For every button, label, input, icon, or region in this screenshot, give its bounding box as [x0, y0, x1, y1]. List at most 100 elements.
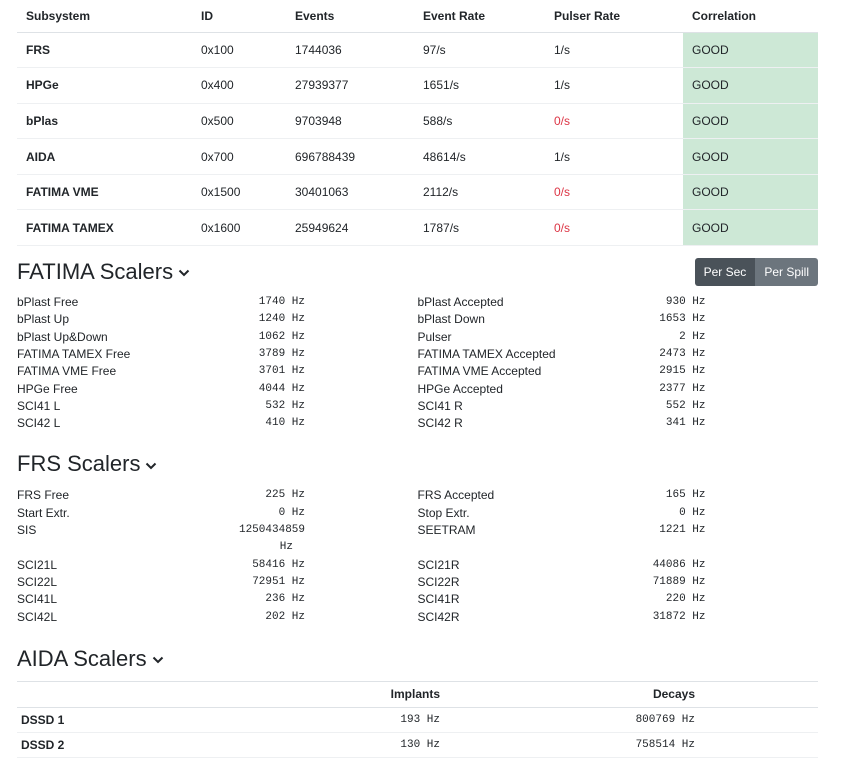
- scaler-row: bPlast Up 1240 Hz: [17, 311, 418, 328]
- correlation-status: GOOD: [683, 103, 818, 140]
- scaler-value: 1240 Hz: [258, 313, 305, 326]
- subsystem-event-rate: 2112/s: [414, 174, 545, 211]
- scaler-label: SCI41R: [417, 592, 460, 607]
- scaler-value: 72951 Hz: [252, 575, 305, 588]
- fatima-scalers-header: FATIMA Scalers Per Sec Per Spill: [17, 257, 818, 287]
- scaler-label: SCI22R: [417, 574, 460, 589]
- scaler-row: SCI42 L 410 Hz: [17, 415, 418, 432]
- scaler-row: FATIMA TAMEX Accepted 2473 Hz: [418, 346, 819, 363]
- scaler-label: SCI41L: [17, 592, 58, 607]
- scaler-value: 1653 Hz: [659, 313, 706, 326]
- per-spill-button[interactable]: Per Spill: [755, 258, 818, 287]
- scaler-row: SCI22R 71889 Hz: [418, 574, 819, 591]
- scaler-label: FATIMA TAMEX Accepted: [417, 346, 556, 361]
- scaler-row: FATIMA VME Accepted 2915 Hz: [418, 363, 819, 380]
- scaler-value: 58416 Hz: [252, 558, 305, 571]
- scaler-value: 2473 Hz: [659, 347, 706, 360]
- scaler-value: 225 Hz: [265, 489, 305, 502]
- scaler-label: Pulser: [417, 329, 452, 344]
- scaler-label: HPGe Free: [17, 381, 78, 396]
- scaler-value: 4044 Hz: [258, 382, 305, 395]
- scaler-row: SCI41R 220 Hz: [418, 591, 819, 608]
- scaler-row: SCI42L 202 Hz: [17, 609, 418, 626]
- subsystem-events: 696788439: [286, 138, 414, 175]
- table-row: bPlas 0x500 9703948 588/s 0/s GOOD: [17, 103, 818, 140]
- scaler-value: 202 Hz: [265, 610, 305, 623]
- col-header-decays: Decays: [441, 680, 696, 708]
- scaler-label: HPGe Accepted: [417, 381, 503, 396]
- table-row: FATIMA VME 0x1500 30401063 2112/s 0/s GO…: [17, 174, 818, 211]
- col-header-correlation: Correlation: [683, 0, 818, 33]
- scaler-row: HPGe Free 4044 Hz: [17, 381, 418, 398]
- per-sec-button[interactable]: Per Sec: [694, 258, 756, 287]
- scaler-label: FATIMA TAMEX Free: [17, 346, 131, 361]
- correlation-status: GOOD: [683, 32, 818, 69]
- scaler-label: SCI42R: [417, 609, 460, 624]
- scaler-value: 44086 Hz: [652, 558, 706, 571]
- col-header-event-rate: Event Rate: [414, 0, 545, 33]
- scaler-row: SCI21L 58416 Hz: [17, 557, 418, 574]
- scaler-label: SIS: [17, 523, 37, 538]
- chevron-down-icon: [146, 462, 157, 470]
- subsystem-name: FATIMA TAMEX: [17, 209, 192, 247]
- dssd-name: DSSD 1: [17, 707, 217, 733]
- dssd-decays: 800769 Hz: [441, 707, 696, 733]
- scaler-label: SCI21L: [17, 557, 58, 572]
- scaler-label: SCI21R: [417, 557, 460, 572]
- scaler-value: 2 Hz: [679, 330, 706, 343]
- correlation-status: GOOD: [683, 138, 818, 175]
- scaler-value: 1250434859 Hz: [207, 522, 305, 557]
- table-row: DSSD 1 193 Hz 800769 Hz: [17, 707, 818, 733]
- subsystem-event-rate: 588/s: [414, 103, 545, 140]
- scaler-value: 2377 Hz: [659, 382, 706, 395]
- scaler-label: bPlast Free: [17, 295, 79, 310]
- correlation-status: GOOD: [683, 174, 818, 211]
- scaler-row: SCI42R 31872 Hz: [418, 609, 819, 626]
- subsystem-name: HPGe: [17, 67, 192, 104]
- subsystem-pulser-rate: 1/s: [545, 138, 683, 175]
- scaler-column-left: FRS Free 225 Hz Start Extr. 0 Hz SIS 125043…: [17, 487, 418, 625]
- table-row: FATIMA TAMEX 0x1600 25949624 1787/s 0/s …: [17, 209, 818, 247]
- subsystem-event-rate: 97/s: [414, 32, 545, 69]
- subsystem-pulser-rate: 1/s: [545, 67, 683, 104]
- subsystem-event-rate: 48614/s: [414, 138, 545, 175]
- scaler-row: bPlast Free 1740 Hz: [17, 294, 418, 311]
- frs-scalers-toggle[interactable]: FRS Scalers: [17, 449, 158, 479]
- table-row: AIDA 0x700 696788439 48614/s 1/s GOOD: [17, 138, 818, 175]
- aida-scalers-toggle[interactable]: AIDA Scalers: [17, 644, 165, 674]
- scaler-label: SCI42L: [17, 609, 58, 624]
- subsystem-id: 0x1600: [192, 209, 286, 247]
- scaler-value: 552 Hz: [665, 399, 706, 412]
- scaler-value-number: 1250434859: [238, 524, 305, 537]
- col-header-events: Events: [286, 0, 414, 33]
- scaler-value: 1221 Hz: [659, 524, 706, 537]
- correlation-status: GOOD: [683, 209, 818, 247]
- subsystem-header-row: Subsystem ID Events Event Rate Pulser Ra…: [17, 0, 818, 33]
- scaler-label: bPlast Up&Down: [17, 329, 108, 344]
- scaler-value: 71889 Hz: [652, 575, 706, 588]
- subsystem-table: Subsystem ID Events Event Rate Pulser Ra…: [17, 0, 818, 247]
- subsystem-pulser-rate: 0/s: [545, 209, 683, 247]
- scaler-row: Stop Extr. 0 Hz: [418, 505, 819, 522]
- scaler-label: bPlast Down: [417, 312, 485, 327]
- scaler-row: FATIMA VME Free 3701 Hz: [17, 363, 418, 380]
- scaler-row: SCI41 L 532 Hz: [17, 398, 418, 415]
- scaler-value: 341 Hz: [665, 417, 706, 430]
- col-header-pulser-rate: Pulser Rate: [545, 0, 683, 33]
- frs-scalers-header: FRS Scalers: [17, 449, 818, 479]
- section-title: FATIMA Scalers: [17, 259, 174, 285]
- col-header-spacer: [696, 680, 818, 708]
- scaler-label: bPlast Accepted: [417, 295, 504, 310]
- subsystem-name: FATIMA VME: [17, 174, 192, 211]
- aida-table: Implants Decays DSSD 1 193 Hz 800769 Hz …: [17, 680, 818, 758]
- subsystem-events: 9703948: [286, 103, 414, 140]
- scaler-label: SEETRAM: [417, 523, 476, 538]
- scaler-value: 532 Hz: [265, 399, 305, 412]
- subsystem-event-rate: 1787/s: [414, 209, 545, 247]
- correlation-status: GOOD: [683, 67, 818, 104]
- scaler-column-left: bPlast Free 1740 Hz bPlast Up 1240 Hz bPla…: [17, 294, 418, 432]
- subsystem-id: 0x500: [192, 103, 286, 140]
- scaler-row: HPGe Accepted 2377 Hz: [418, 381, 819, 398]
- fatima-scalers-toggle[interactable]: FATIMA Scalers: [17, 257, 191, 287]
- scaler-label: FATIMA VME Free: [17, 364, 117, 379]
